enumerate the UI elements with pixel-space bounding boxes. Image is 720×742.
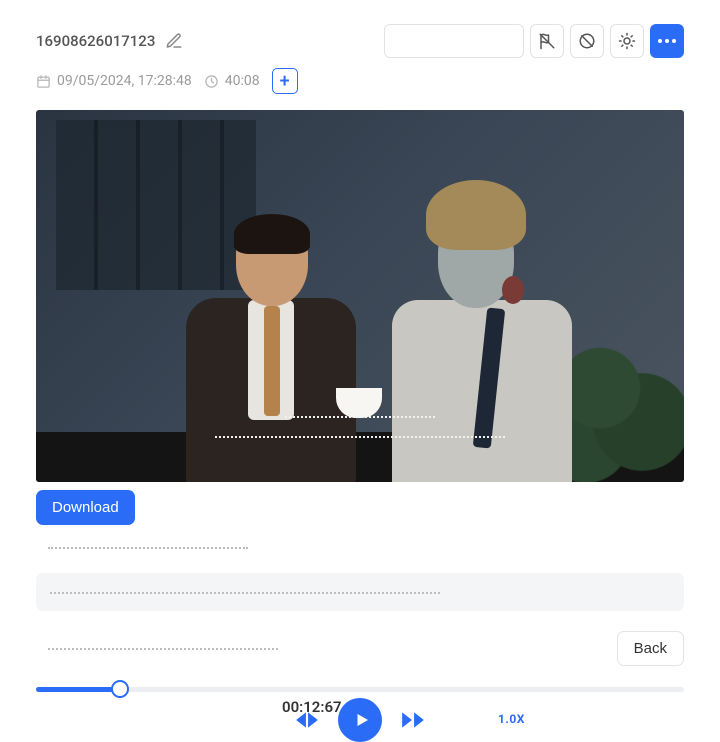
- top-toolbar: [384, 24, 684, 58]
- back-button[interactable]: Back: [617, 631, 684, 666]
- date-meta: 09/05/2024, 17:28:48: [36, 73, 192, 89]
- play-button[interactable]: [338, 698, 382, 742]
- transcript-line-2: [48, 648, 278, 650]
- search-box[interactable]: [384, 24, 524, 58]
- add-tag-button[interactable]: +: [272, 68, 298, 94]
- rewind-button[interactable]: [294, 707, 320, 733]
- duration-text: 40:08: [225, 73, 260, 89]
- flag-off-icon[interactable]: [530, 24, 564, 58]
- playback-speed[interactable]: 1.0X: [498, 712, 525, 726]
- progress-bar[interactable]: [36, 680, 684, 698]
- forward-button[interactable]: [400, 707, 426, 733]
- transcript-line-1: [48, 547, 248, 549]
- disable-icon[interactable]: [570, 24, 604, 58]
- more-menu-button[interactable]: [650, 24, 684, 58]
- recording-title: 16908626017123: [36, 32, 155, 50]
- duration-meta: 40:08: [204, 73, 260, 89]
- download-button[interactable]: Download: [36, 490, 135, 525]
- subtitle-line-1: [285, 416, 435, 418]
- transcript-highlight-box[interactable]: [36, 573, 684, 611]
- edit-title-icon[interactable]: [165, 32, 183, 50]
- video-frame[interactable]: [36, 110, 684, 482]
- meta-row: 09/05/2024, 17:28:48 40:08 +: [36, 68, 684, 94]
- brightness-icon[interactable]: [610, 24, 644, 58]
- subtitle-line-2: [215, 436, 505, 438]
- date-text: 09/05/2024, 17:28:48: [57, 73, 192, 89]
